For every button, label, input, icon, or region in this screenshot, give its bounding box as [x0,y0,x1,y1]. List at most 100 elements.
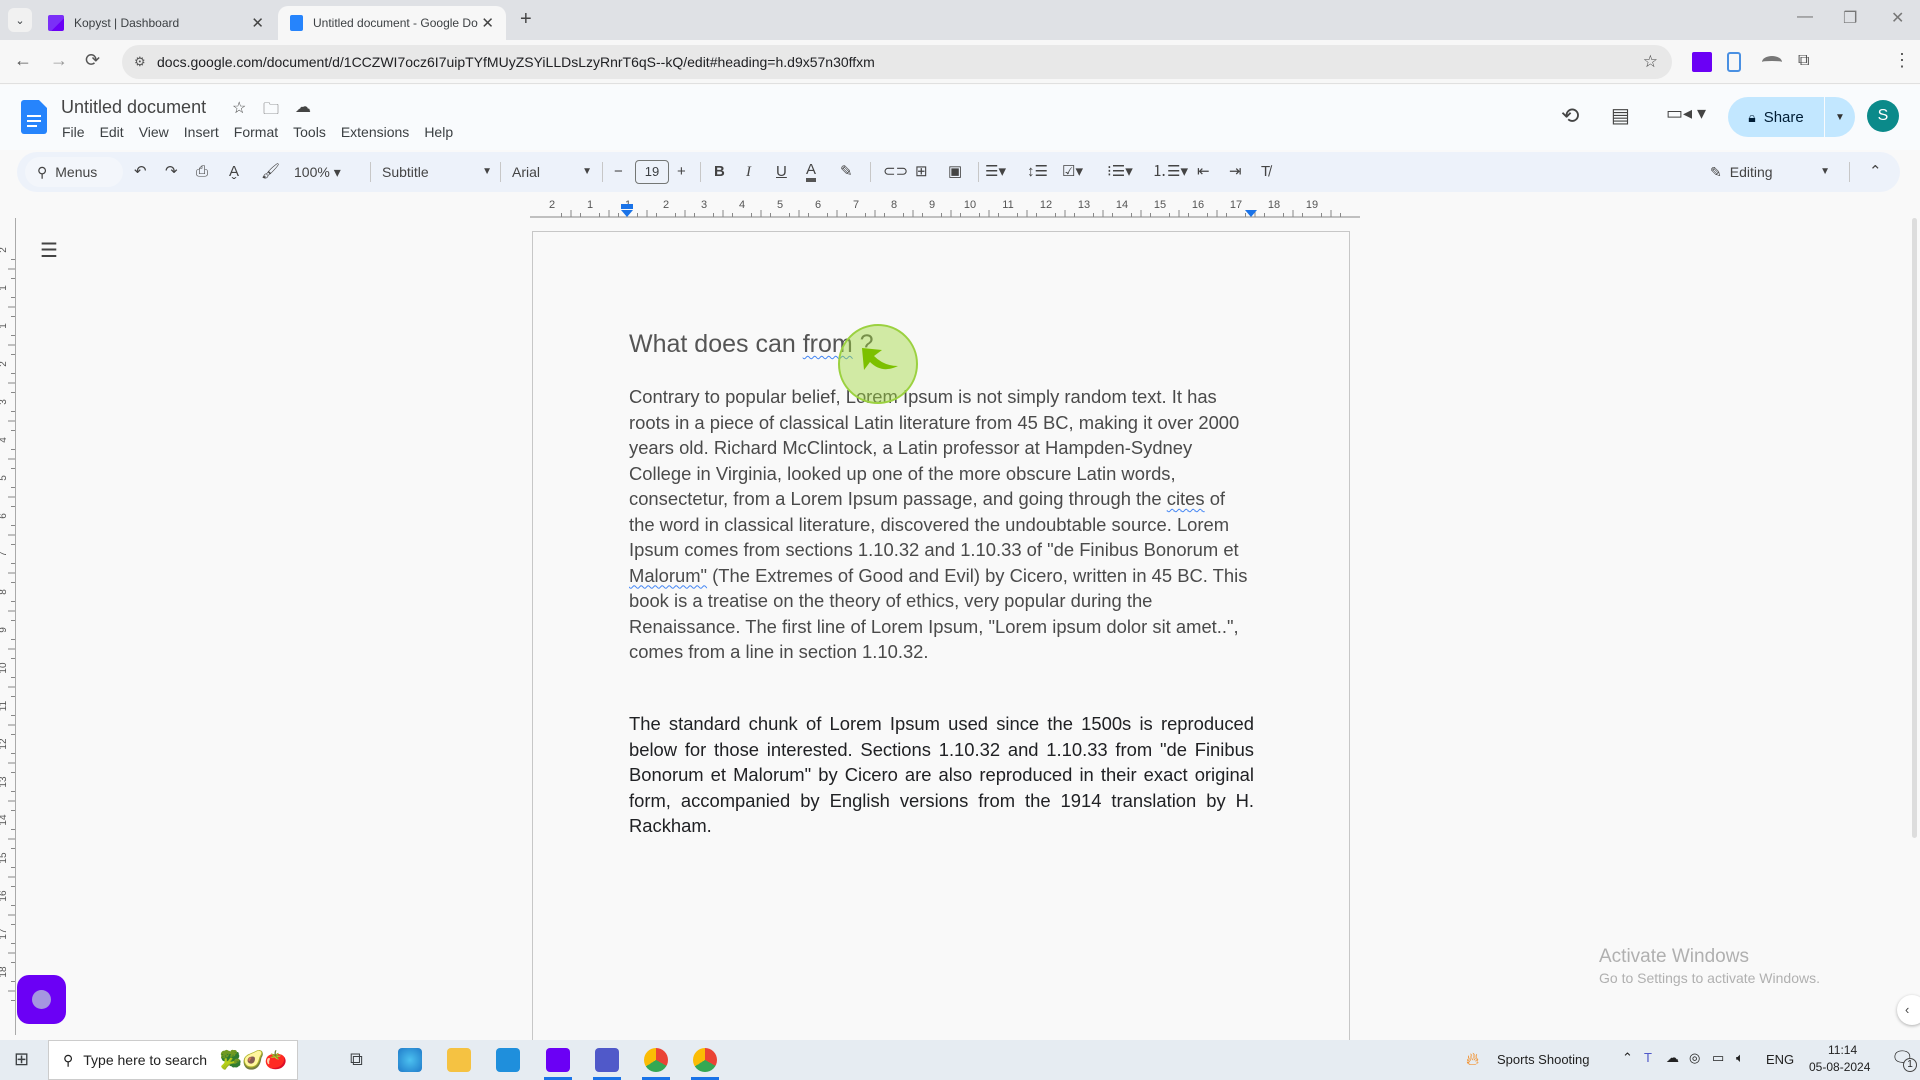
undo-icon[interactable]: ↶ [134,162,147,182]
increase-indent-icon[interactable]: ⇥ [1229,162,1242,182]
left-indent-marker[interactable] [621,210,633,217]
onedrive-icon[interactable]: ☁ [1666,1050,1679,1066]
editing-mode-select[interactable]: ✎ Editing ▼ [1710,162,1830,182]
tray-overflow-chevron-icon[interactable]: ⌃ [1622,1050,1633,1066]
clear-formatting-icon[interactable]: T̸ [1261,162,1270,182]
font-size-input[interactable]: 19 [635,160,669,184]
checklist-icon[interactable]: ☑▾ [1062,162,1083,182]
chrome-profile-a-icon[interactable] [644,1048,668,1072]
spellcheck-icon[interactable]: A̬ [229,162,239,182]
restore-button[interactable]: ❐ [1843,8,1857,28]
redo-icon[interactable]: ↷ [165,162,178,182]
spelling-error[interactable]: Malorum" [629,565,707,586]
mail-icon[interactable] [496,1048,520,1072]
site-info-icon[interactable]: ⚙ [134,54,146,70]
move-folder-icon[interactable]: 🗀 [263,98,279,125]
decrease-indent-icon[interactable]: ⇤ [1197,162,1210,182]
browser-menu-icon[interactable]: ⋮ [1893,50,1911,71]
document-title[interactable]: Untitled document [61,97,206,118]
new-tab-button[interactable]: + [520,8,532,31]
vertical-scrollbar[interactable] [1910,218,1920,838]
taskbar-search-input[interactable]: ⚲ Type here to search 🥦🥑🍅 [48,1040,298,1080]
kopyst-taskbar-icon[interactable] [546,1048,570,1072]
paragraph-style-select[interactable]: Subtitle ▼ [382,162,492,182]
extension-icon[interactable] [1727,52,1741,72]
share-dropdown-button[interactable]: ▼ [1825,97,1855,137]
menu-edit[interactable]: Edit [100,124,124,140]
vertical-ruler[interactable]: 21123456789101112131415161718 [0,218,16,1035]
task-view-icon[interactable]: ⧉ [350,1049,363,1070]
bookmark-star-icon[interactable]: ☆ [1643,52,1658,72]
paragraph-1[interactable]: Contrary to popular belief, Lorem Ipsum … [629,384,1254,665]
reload-button[interactable]: ⟳ [85,50,100,71]
hide-menus-chevron-up-icon[interactable]: ⌃ [1869,162,1882,182]
menu-insert[interactable]: Insert [184,124,219,140]
side-panel-toggle-button[interactable]: ‹ [1897,995,1920,1025]
zoom-select[interactable]: 100% ▾ [294,162,341,182]
kopyst-extension-icon[interactable] [1692,52,1712,72]
italic-icon[interactable]: I [746,162,751,182]
print-icon[interactable]: ⎙ [196,162,208,182]
menu-help[interactable]: Help [424,124,453,140]
network-icon[interactable]: ▭ [1712,1050,1724,1066]
clock-date[interactable]: 05-08-2024 [1809,1060,1870,1074]
tab-close-icon[interactable]: ✕ [481,14,494,32]
file-explorer-icon[interactable] [447,1048,471,1072]
add-comment-icon[interactable]: ⊞ [915,162,928,182]
edge-icon[interactable] [398,1048,422,1072]
forward-button[interactable]: → [50,50,68,71]
meet-camera-icon[interactable]: ▭◂ ▾ [1666,103,1706,124]
windows-start-icon[interactable]: ⊞ [14,1049,29,1070]
weather-widget[interactable]: Sports Shooting [1497,1052,1590,1067]
camera-icon[interactable]: ◎ [1689,1050,1700,1066]
share-button[interactable]: 🔒︎ Share [1728,97,1824,137]
menu-format[interactable]: Format [234,124,278,140]
teams-tray-icon[interactable]: T [1644,1050,1652,1065]
first-line-indent-marker[interactable] [621,204,633,209]
teams-icon[interactable] [595,1048,619,1072]
tab-close-icon[interactable]: ✕ [251,14,264,32]
spelling-error[interactable]: cites [1167,488,1205,509]
volume-icon[interactable]: 🔈︎ [1736,1050,1744,1066]
menu-tools[interactable]: Tools [293,124,326,140]
menu-file[interactable]: File [62,124,85,140]
align-icon[interactable]: ☰▾ [985,162,1006,182]
comments-icon[interactable]: ▤ [1611,103,1630,128]
menu-view[interactable]: View [139,124,169,140]
paragraph-2[interactable]: The standard chunk of Lorem Ipsum used s… [629,711,1254,839]
back-button[interactable]: ← [14,50,32,71]
highlight-color-icon[interactable]: ✎ [840,162,853,182]
insert-link-icon[interactable]: ⊂⊃ [883,162,908,182]
window-close-button[interactable]: ✕ [1891,8,1904,28]
account-avatar[interactable]: S [1867,100,1899,132]
document-heading[interactable]: What does can from ? [629,330,874,359]
star-icon[interactable]: ☆ [232,98,246,118]
search-menus-button[interactable]: ⚲ Menus [25,157,123,187]
paint-format-icon[interactable]: 🖌︎ [261,162,280,182]
insert-image-icon[interactable]: ▣ [948,162,962,182]
docs-logo-icon[interactable] [21,100,47,134]
line-spacing-icon[interactable]: ↕☰ [1027,162,1048,182]
minimize-button[interactable]: — [1797,8,1813,26]
document-outline-icon[interactable]: ☰ [40,238,58,263]
extension-arc-icon[interactable] [1762,56,1782,68]
address-bar[interactable]: ⚙ docs.google.com/document/d/1CCZWI7ocz6… [122,45,1672,79]
numbered-list-icon[interactable]: ⒈☰▾ [1152,162,1188,182]
bold-icon[interactable]: B [714,162,725,182]
document-page[interactable]: What does can from ? Contrary to popular… [532,231,1350,1061]
tab-search-button[interactable]: ⌄ [8,8,32,32]
language-indicator[interactable]: ENG [1766,1052,1794,1067]
horizontal-ruler[interactable]: 2112345678910111213141516171819 [530,196,1360,218]
bulleted-list-icon[interactable]: ⁝☰▾ [1107,162,1133,182]
extensions-puzzle-icon[interactable]: ⧉ [1798,52,1818,72]
kopyst-widget-button[interactable] [17,975,66,1024]
tab-kopyst-dashboard[interactable]: Kopyst | Dashboard ✕ [36,6,276,40]
chrome-profile-s-icon[interactable] [693,1048,717,1072]
menu-extensions[interactable]: Extensions [341,124,409,140]
underline-icon[interactable]: U [776,162,787,182]
text-color-icon[interactable]: A [806,162,817,182]
increase-font-size-icon[interactable]: + [677,162,686,182]
tab-google-docs[interactable]: Untitled document - Google Do ✕ [278,6,506,40]
clock-time[interactable]: 11:14 [1828,1043,1857,1057]
url-text[interactable]: docs.google.com/document/d/1CCZWI7ocz6I7… [157,54,875,70]
